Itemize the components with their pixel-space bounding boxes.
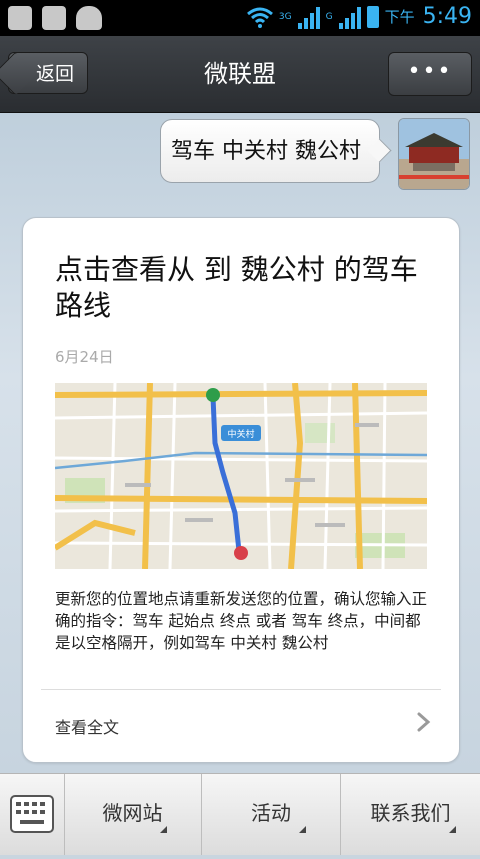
signal-g-icon [338, 5, 361, 29]
article-card[interactable]: 点击查看从 到 魏公村 的驾车路线 6月24日 中关村 更新您的位置地点请重新发… [22, 217, 460, 763]
read-all-link[interactable]: 查看全文 [55, 714, 119, 738]
back-button-label: 返回 [35, 63, 74, 85]
menu-item-label: 微网站 [102, 801, 163, 825]
route-map[interactable]: 中关村 [55, 383, 427, 569]
download-notification-icon [42, 6, 66, 30]
back-button[interactable]: 返回 [8, 52, 88, 94]
android-icon [76, 6, 102, 30]
more-button[interactable]: ••• [388, 52, 472, 96]
chat-area: 驾车 中关村 魏公村 点击查看从 到 魏公村 的驾车路线 6月24日 中关村 更… [0, 113, 480, 773]
avatar[interactable] [398, 118, 470, 190]
status-time: 5:49 [422, 4, 472, 29]
wifi-icon [246, 7, 273, 28]
network-g-label: G [325, 11, 333, 22]
status-ampm: 下午 [384, 8, 415, 26]
card-date: 6月24日 [55, 348, 114, 366]
map-label-zhongguancun: 中关村 [227, 428, 254, 440]
submenu-indicator-icon [449, 826, 456, 833]
submenu-indicator-icon [299, 826, 306, 833]
signal-3g-icon [297, 5, 320, 29]
menu-item-label: 活动 [251, 801, 291, 825]
menu-item-contact-us[interactable]: 联系我们 [341, 774, 480, 855]
keyboard-icon [10, 795, 54, 833]
chevron-right-icon[interactable] [411, 709, 437, 735]
card-divider [41, 689, 441, 690]
card-description: 更新您的位置地点请重新发送您的位置，确认您输入正确的指令：驾车 起始点 终点 或… [55, 590, 428, 652]
title-bar: 微联盟 返回 ••• [0, 36, 480, 113]
menu-item-activities[interactable]: 活动 [202, 774, 341, 855]
route-map-image: 中关村 [55, 383, 427, 569]
app-notification-icon [8, 6, 32, 30]
bottom-menu-bar: 微网站 活动 联系我们 [0, 773, 480, 855]
avatar-image [399, 119, 469, 189]
keyboard-toggle-button[interactable] [0, 774, 65, 855]
menu-item-label: 联系我们 [370, 801, 451, 825]
submenu-indicator-icon [160, 826, 167, 833]
menu-item-micro-site[interactable]: 微网站 [64, 774, 202, 855]
sent-message-bubble[interactable]: 驾车 中关村 魏公村 [160, 119, 380, 183]
battery-icon [366, 5, 379, 28]
status-bar: 3G G 下午 5:49 [0, 0, 480, 36]
card-title[interactable]: 点击查看从 到 魏公村 的驾车路线 [55, 252, 425, 324]
network-3g-label: 3G [278, 11, 292, 22]
